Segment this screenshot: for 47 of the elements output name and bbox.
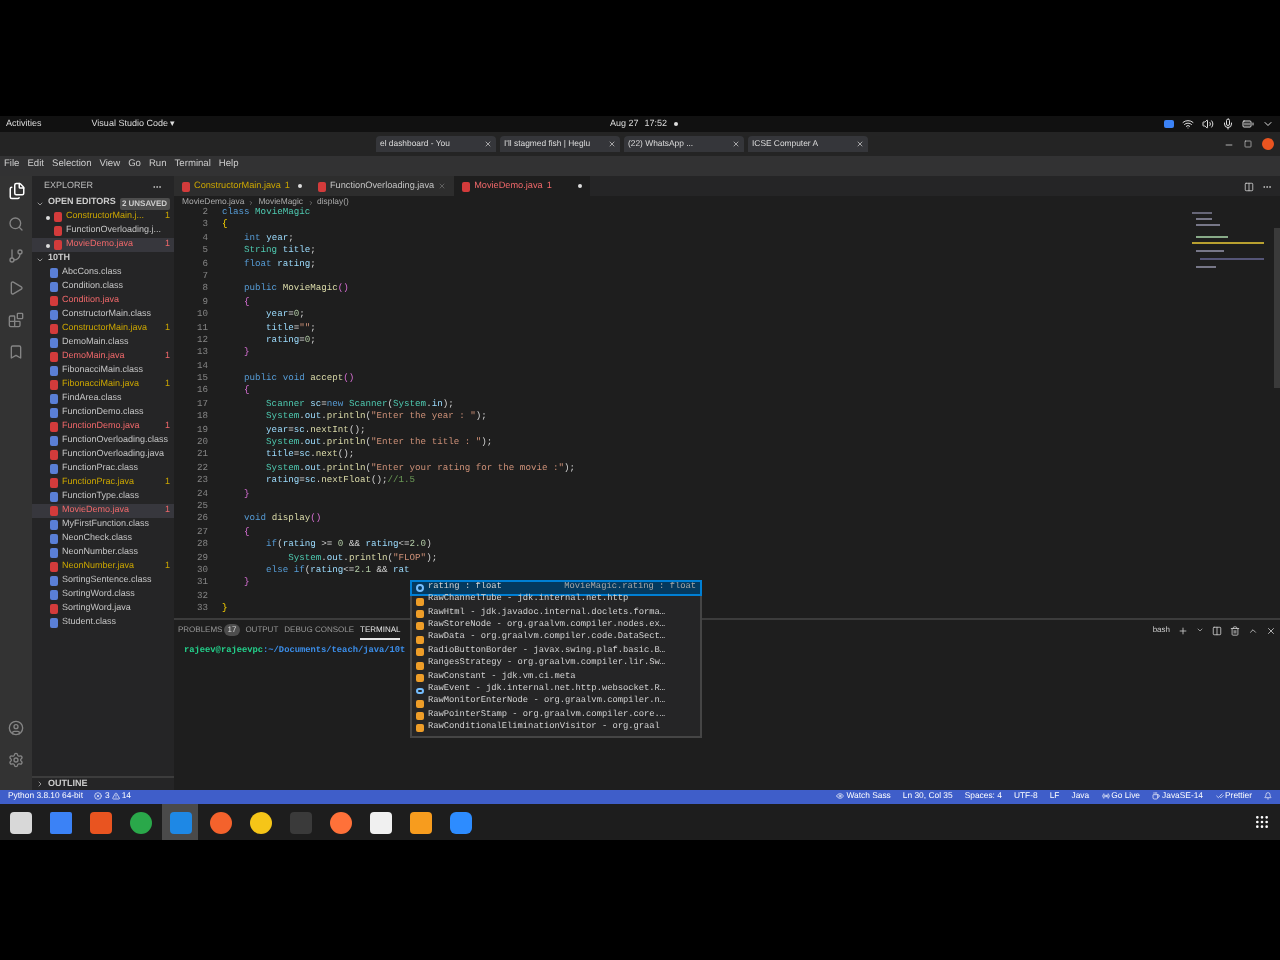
close-window-icon[interactable]	[1262, 138, 1274, 150]
notifications-icon[interactable]	[1264, 792, 1272, 801]
battery-icon[interactable]	[1242, 118, 1254, 130]
split-editor-icon[interactable]	[1244, 181, 1254, 191]
app-icon	[329, 811, 351, 833]
warning-icon	[111, 792, 120, 801]
broadcast-icon	[1101, 792, 1110, 801]
app-icon	[129, 811, 151, 833]
app-icon	[369, 811, 391, 833]
microphone-icon[interactable]	[1222, 118, 1234, 130]
tray-icon[interactable]	[1164, 120, 1174, 128]
cup-icon	[1152, 792, 1161, 801]
maximize-panel-icon[interactable]	[1248, 625, 1258, 635]
minimize-icon[interactable]	[1224, 139, 1234, 149]
maximize-icon[interactable]	[1244, 140, 1252, 148]
extensions-icon[interactable]	[8, 312, 24, 328]
check-icon	[1215, 792, 1223, 801]
interface-icon	[416, 687, 424, 694]
app-icon	[409, 811, 431, 833]
app-icon	[169, 811, 191, 833]
trash-icon[interactable]	[1230, 625, 1240, 635]
settings-icon[interactable]	[8, 752, 24, 768]
app-grid-icon[interactable]	[1254, 814, 1270, 830]
file-icon	[182, 181, 190, 191]
app-icon	[209, 811, 231, 833]
caret-icon[interactable]	[1262, 118, 1274, 130]
split-terminal-icon[interactable]	[1212, 625, 1222, 635]
account-icon[interactable]	[8, 720, 24, 736]
add-terminal-icon[interactable]	[1178, 625, 1188, 635]
app-icon	[49, 811, 71, 833]
volume-icon[interactable]	[1202, 118, 1214, 130]
app-icon	[9, 811, 31, 833]
bookmark-icon[interactable]	[8, 344, 24, 360]
error-icon	[94, 792, 103, 801]
run-icon[interactable]	[8, 280, 24, 296]
field-icon	[416, 584, 424, 593]
explorer-icon[interactable]	[7, 182, 25, 200]
file-icon	[462, 181, 471, 191]
eye-icon	[836, 792, 845, 801]
search-icon[interactable]	[8, 216, 24, 232]
app-icon	[449, 811, 471, 833]
file-icon	[318, 181, 326, 191]
app-icon	[89, 811, 111, 833]
branch-icon[interactable]	[8, 248, 24, 264]
wifi-icon[interactable]	[1182, 118, 1194, 130]
app-icon	[249, 811, 271, 833]
app-icon	[289, 811, 311, 833]
